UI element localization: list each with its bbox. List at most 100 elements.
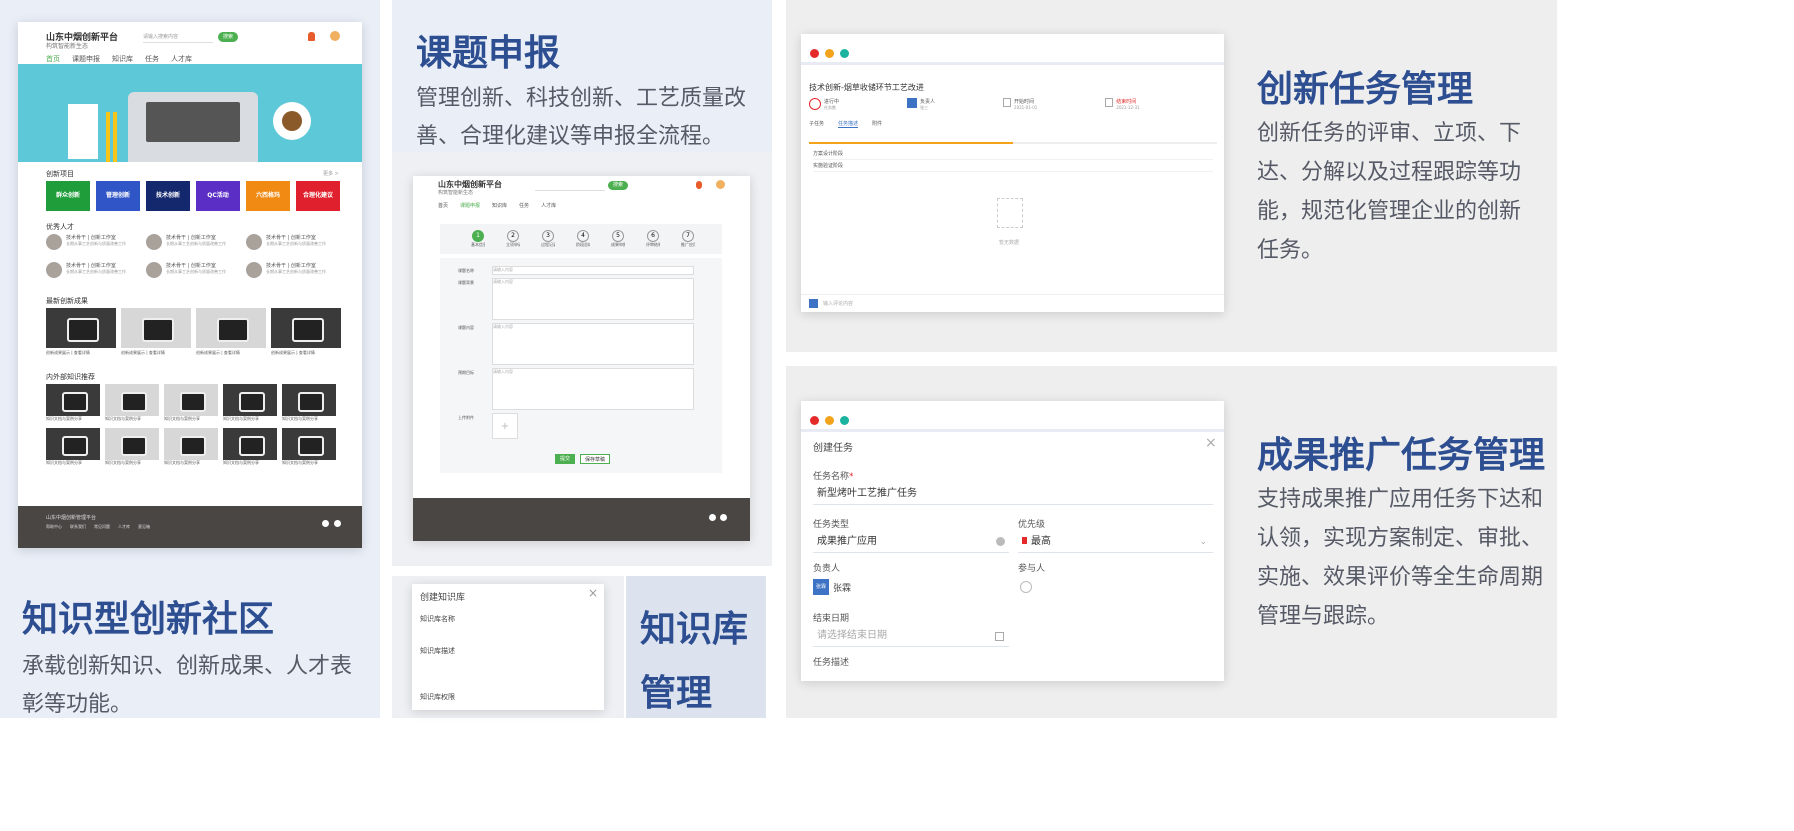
- project-button-tech[interactable]: 技术创新: [146, 181, 190, 211]
- talent-card[interactable]: 技术骨干 | 创新工作室 长期从事工艺创新与质量改善工作: [146, 262, 246, 284]
- nav-item-talent[interactable]: 人才库: [541, 202, 556, 209]
- talent-grid: 技术骨干 | 创新工作室 长期从事工艺创新与质量改善工作 技术骨干 | 创新工作室…: [46, 234, 346, 284]
- talent-card[interactable]: 技术骨干 | 创新工作室 长期从事工艺创新与质量改善工作: [246, 234, 346, 256]
- talent-card[interactable]: 技术骨干 | 创新工作室 长期从事工艺创新与质量改善工作: [146, 234, 246, 256]
- task-desc-label: 任务描述: [813, 658, 850, 668]
- priority-label: 优先级: [1018, 520, 1046, 530]
- nav-item-task[interactable]: 任务: [145, 54, 159, 64]
- minimize-window-dot[interactable]: [825, 49, 834, 58]
- task-type-value: 成果推广应用: [817, 536, 877, 547]
- user-add-icon[interactable]: [1020, 581, 1032, 593]
- bell-icon[interactable]: [308, 32, 315, 41]
- portal-footer: 山东中烟创新管理平台 帮助中心 联系我们 常见问题 人才库 意见箱: [18, 506, 362, 548]
- topic-background-textarea[interactable]: 请输入内容: [492, 278, 694, 320]
- weibo-icon[interactable]: [334, 520, 341, 527]
- topic-goal-textarea[interactable]: 请输入内容: [492, 368, 694, 410]
- avatar[interactable]: [330, 31, 340, 41]
- nav-item-topic[interactable]: 课题申报: [460, 202, 480, 209]
- maximize-window-dot[interactable]: [840, 49, 849, 58]
- task-name-input[interactable]: 新型烤叶工艺推广任务: [813, 483, 1213, 505]
- title-bar-divider: [801, 62, 1224, 65]
- submit-button[interactable]: 提交: [555, 454, 575, 464]
- knowledge-card[interactable]: 知识文档与案例分享: [105, 384, 159, 422]
- step[interactable]: 2立项申请: [506, 230, 520, 248]
- tab-subtasks[interactable]: 子任务: [809, 120, 824, 128]
- topic-logo-subtitle: 构筑智能新生态: [438, 190, 474, 196]
- wechat-icon[interactable]: [709, 514, 716, 521]
- upload-box[interactable]: +: [492, 413, 518, 439]
- knowledge-card[interactable]: 知识文档与案例分享: [46, 384, 100, 422]
- talent-card[interactable]: 技术骨干 | 创新工作室 长期从事工艺创新与质量改善工作: [246, 262, 346, 284]
- step[interactable]: 3过程记录: [541, 230, 555, 248]
- nav-item-topic[interactable]: 课题申报: [72, 54, 100, 64]
- knowledge-card[interactable]: 知识文档与案例分享: [282, 384, 336, 422]
- knowledge-card[interactable]: 知识文档与案例分享: [223, 428, 277, 466]
- knowledge-card[interactable]: 知识文档与案例分享: [223, 384, 277, 422]
- comment-input[interactable]: 输入评论内容: [823, 300, 853, 307]
- clear-icon[interactable]: [996, 537, 1005, 546]
- bell-icon[interactable]: [696, 181, 702, 189]
- nav-item-kb[interactable]: 知识库: [492, 202, 507, 209]
- task-tabs: 子任务 任务描述 附件: [809, 120, 882, 128]
- nav-item-task[interactable]: 任务: [519, 202, 529, 209]
- step[interactable]: 1基本信息: [471, 230, 485, 248]
- topic-name-input[interactable]: 请输入内容: [492, 266, 694, 275]
- result-card[interactable]: 创新成果展示 | 查看详情: [46, 308, 116, 356]
- nav-item-kb[interactable]: 知识库: [112, 54, 133, 64]
- step[interactable]: 4阶段总结: [576, 230, 590, 248]
- maximize-window-dot[interactable]: [840, 416, 849, 425]
- result-card[interactable]: 创新成果展示 | 查看详情: [196, 308, 266, 356]
- tab-description[interactable]: 任务描述: [838, 120, 859, 128]
- topic-search-button[interactable]: 搜索: [608, 181, 628, 190]
- talent-card[interactable]: 技术骨干 | 创新工作室 长期从事工艺创新与质量改善工作: [46, 262, 146, 284]
- calendar-icon[interactable]: [995, 632, 1004, 641]
- task-row[interactable]: 方案设计阶段: [813, 150, 1213, 160]
- close-window-dot[interactable]: [810, 416, 819, 425]
- more-link[interactable]: 更多 >: [323, 170, 339, 177]
- nav-item-home[interactable]: 首页: [438, 202, 448, 209]
- knowledge-card[interactable]: 知识文档与案例分享: [164, 384, 218, 422]
- task-row[interactable]: 实施验证阶段: [813, 162, 1213, 172]
- avatar[interactable]: [716, 180, 725, 189]
- task-type-select[interactable]: 成果推广应用: [813, 531, 1009, 553]
- pencil-illustration: [106, 112, 110, 162]
- close-icon[interactable]: ×: [1205, 435, 1217, 451]
- wechat-icon[interactable]: [322, 520, 329, 527]
- project-button-suggestion[interactable]: 合理化建议: [296, 181, 340, 211]
- result-card[interactable]: 创新成果展示 | 查看详情: [121, 308, 191, 356]
- stat-status: 进行中 任务数: [809, 98, 839, 111]
- nav-item-home[interactable]: 首页: [46, 54, 60, 64]
- knowledge-card[interactable]: 知识文档与案例分享: [282, 428, 336, 466]
- close-window-dot[interactable]: [810, 49, 819, 58]
- minimize-window-dot[interactable]: [825, 416, 834, 425]
- kb-dialog-title: 创建知识库: [420, 593, 466, 603]
- portal-search-button[interactable]: 搜索: [218, 32, 238, 42]
- portal-search-input[interactable]: 请输入搜索内容: [143, 33, 213, 43]
- knowledge-card[interactable]: 知识文档与案例分享: [46, 428, 100, 466]
- talent-card[interactable]: 技术骨干 | 创新工作室 长期从事工艺创新与质量改善工作: [46, 234, 146, 256]
- step[interactable]: 7推广应用: [681, 230, 695, 248]
- close-icon[interactable]: ×: [588, 586, 598, 600]
- result-card[interactable]: 创新成果展示 | 查看详情: [271, 308, 341, 356]
- topic-content-textarea[interactable]: 请输入内容: [492, 323, 694, 365]
- save-draft-button[interactable]: 保存草稿: [580, 454, 610, 464]
- knowledge-card[interactable]: 知识文档与案例分享: [105, 428, 159, 466]
- end-date-input[interactable]: 请选择结束日期: [813, 625, 1009, 647]
- nav-item-talent[interactable]: 人才库: [171, 54, 192, 64]
- avatar: [809, 299, 818, 308]
- step[interactable]: 6评审结果: [646, 230, 660, 248]
- project-button-mass[interactable]: 群众创新: [46, 181, 90, 211]
- chevron-down-icon[interactable]: ⌄: [1199, 531, 1207, 553]
- tab-attachments[interactable]: 附件: [872, 120, 882, 128]
- project-button-management[interactable]: 管理创新: [96, 181, 140, 211]
- priority-select[interactable]: 最高 ⌄: [1018, 531, 1213, 553]
- knowledge-card[interactable]: 知识文档与案例分享: [164, 428, 218, 466]
- step[interactable]: 5成果申报: [611, 230, 625, 248]
- project-button-sixsigma[interactable]: 六西格玛: [246, 181, 290, 211]
- task-type-label: 任务类型: [813, 520, 850, 530]
- weibo-icon[interactable]: [720, 514, 727, 521]
- project-button-qc[interactable]: QC活动: [196, 181, 240, 211]
- pencil-illustration: [113, 112, 117, 162]
- owner-value[interactable]: 张霖: [833, 581, 851, 594]
- topic-search-input[interactable]: [535, 182, 605, 191]
